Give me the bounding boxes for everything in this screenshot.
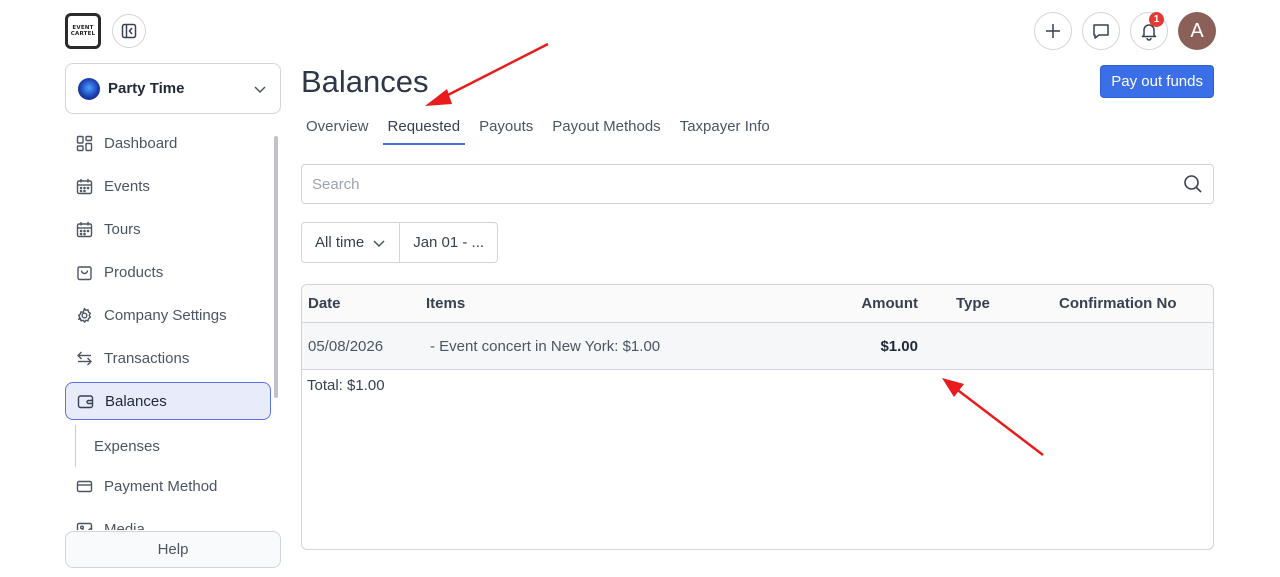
sidebar-subitem-expenses[interactable]: Expenses (75, 425, 281, 467)
table-total: Total: $1.00 (307, 377, 385, 394)
calendar-icon (75, 177, 93, 195)
annotation-arrow-tab (425, 42, 549, 106)
messages-button[interactable] (1082, 12, 1120, 50)
sidebar-nav: Dashboard Events Tours Products Company … (65, 124, 281, 530)
user-avatar[interactable]: A (1178, 12, 1216, 50)
sidebar-item-label: Products (104, 263, 164, 281)
sidebar-collapse-button[interactable] (112, 14, 146, 48)
tab-payout-methods[interactable]: Payout Methods (547, 116, 665, 145)
sidebar-item-label: Expenses (94, 437, 160, 455)
chat-icon (1093, 24, 1109, 39)
add-button[interactable] (1034, 12, 1072, 50)
sidebar-collapse-icon (121, 23, 137, 39)
chevron-down-icon (254, 85, 266, 93)
sidebar-item-payment-method[interactable]: Payment Method (65, 467, 271, 505)
calendar-icon (75, 220, 93, 238)
sidebar-item-tours[interactable]: Tours (65, 210, 271, 248)
column-header-items[interactable]: Items (420, 295, 800, 312)
image-icon (75, 520, 93, 530)
notification-badge: 1 (1149, 12, 1164, 27)
logo-text-line2: CARTEL (70, 31, 96, 37)
sidebar-scrollbar[interactable] (274, 128, 278, 528)
tab-overview[interactable]: Overview (301, 116, 374, 145)
search-input[interactable] (312, 175, 1183, 193)
sidebar-item-label: Media (104, 520, 145, 531)
page-title: Balances (301, 64, 429, 99)
period-filter-dropdown[interactable]: All time (302, 223, 399, 262)
shopping-bag-icon (75, 263, 93, 281)
organization-name: Party Time (108, 80, 185, 97)
tab-payouts[interactable]: Payouts (474, 116, 538, 145)
period-filter-label: All time (315, 234, 365, 251)
table-row[interactable]: 05/08/2026 - Event concert in New York: … (302, 323, 1213, 370)
sidebar-item-media[interactable]: Media (65, 510, 271, 530)
column-header-amount[interactable]: Amount (800, 295, 918, 312)
organization-avatar (78, 77, 100, 100)
column-header-type[interactable]: Type (918, 295, 1053, 312)
column-header-date[interactable]: Date (302, 295, 420, 312)
column-header-confirmation[interactable]: Confirmation No (1053, 295, 1213, 312)
wallet-icon (76, 392, 94, 410)
balances-tabs: Overview Requested Payouts Payout Method… (301, 116, 784, 145)
sidebar-item-label: Company Settings (104, 306, 227, 324)
arrows-icon (75, 349, 93, 367)
tab-taxpayer-info[interactable]: Taxpayer Info (675, 116, 775, 145)
sidebar-item-label: Transactions (104, 349, 190, 367)
organization-select[interactable]: Party Time (65, 63, 281, 114)
brand-logo[interactable]: EVENT CARTEL (65, 13, 101, 49)
date-range-filter[interactable]: Jan 01 - ... (399, 223, 497, 262)
sidebar-item-company-settings[interactable]: Company Settings (65, 296, 271, 334)
search-bar (301, 164, 1214, 204)
sidebar-item-label: Payment Method (104, 477, 218, 495)
cell-amount: $1.00 (880, 337, 918, 355)
notifications-button[interactable]: 1 (1130, 12, 1168, 50)
cell-date: 05/08/2026 (308, 337, 384, 355)
credit-card-icon (75, 477, 93, 495)
sidebar-item-events[interactable]: Events (65, 167, 271, 205)
date-range-label: Jan 01 - ... (413, 234, 485, 251)
sidebar-item-label: Tours (104, 220, 141, 238)
sidebar-item-balances[interactable]: Balances (65, 382, 271, 420)
sidebar-item-dashboard[interactable]: Dashboard (65, 124, 271, 162)
sidebar-item-products[interactable]: Products (65, 253, 271, 291)
sidebar-item-label: Events (104, 177, 150, 195)
sidebar-item-transactions[interactable]: Transactions (65, 339, 271, 377)
help-button[interactable]: Help (65, 531, 281, 568)
filter-group: All time Jan 01 - ... (301, 222, 499, 263)
plus-icon (1046, 24, 1060, 38)
table-header: Date Items Amount Type Confirmation No (302, 285, 1213, 323)
pay-out-funds-button[interactable]: Pay out funds (1100, 65, 1214, 98)
sidebar-item-label: Balances (105, 392, 167, 410)
dashboard-icon (75, 134, 93, 152)
header-actions: 1 A (1034, 12, 1216, 50)
search-icon[interactable] (1183, 174, 1203, 194)
sidebar-item-label: Dashboard (104, 134, 178, 152)
cell-items: - Event concert in New York: $1.00 (430, 337, 661, 355)
sidebar-scroll-thumb[interactable] (274, 136, 278, 398)
chevron-down-icon (373, 239, 385, 247)
requested-table: Date Items Amount Type Confirmation No 0… (301, 284, 1214, 550)
gear-icon (75, 306, 93, 324)
tab-requested[interactable]: Requested (382, 116, 466, 145)
